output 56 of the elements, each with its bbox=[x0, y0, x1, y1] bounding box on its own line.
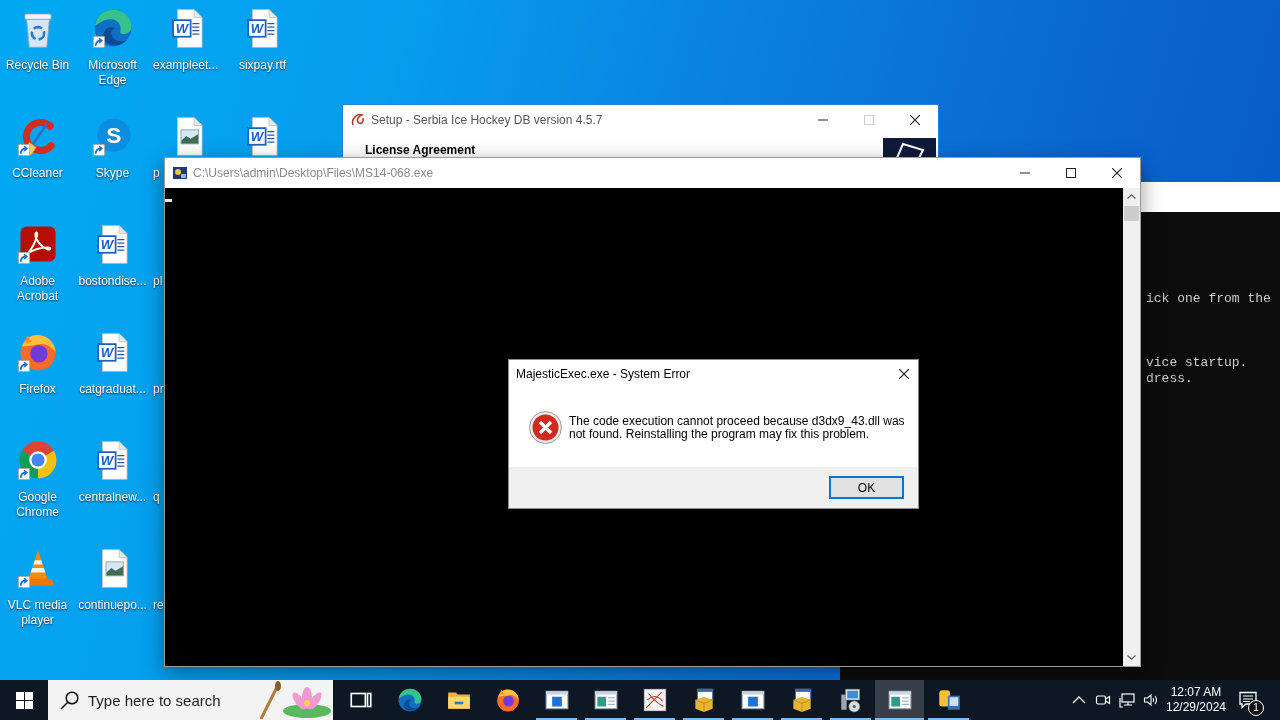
icon-label[interactable]: Adobe Acrobat bbox=[0, 274, 75, 304]
search-icon bbox=[60, 690, 79, 710]
window-title: C:\Users\admin\Desktop\Files\MS14-068.exe bbox=[193, 166, 435, 180]
ok-button[interactable]: OK bbox=[829, 476, 904, 499]
scrollbar[interactable] bbox=[1123, 188, 1140, 666]
icon-label[interactable]: pl bbox=[153, 274, 163, 289]
icon-label[interactable]: Google Chrome bbox=[0, 490, 75, 520]
maximize-icon bbox=[1066, 168, 1076, 178]
dialog-title: MajesticExec.exe - System Error bbox=[516, 367, 692, 381]
close-icon bbox=[910, 115, 920, 125]
speaker-icon bbox=[1143, 692, 1159, 708]
search-bar[interactable]: Type here to search bbox=[48, 680, 333, 720]
maximize-icon bbox=[864, 115, 874, 125]
icon-label[interactable]: CCleaner bbox=[12, 166, 63, 181]
icon-label[interactable]: Microsoft Edge bbox=[75, 58, 150, 88]
notifications-button[interactable]: 1 bbox=[1228, 680, 1268, 720]
icon-label[interactable]: q bbox=[153, 490, 160, 505]
network-icon bbox=[1119, 692, 1135, 708]
windows-logo-icon bbox=[15, 691, 33, 709]
message-bubble-icon bbox=[1238, 690, 1258, 710]
terminal-app-icon bbox=[172, 165, 188, 181]
icon-label[interactable]: Firefox bbox=[19, 382, 56, 397]
edge-icon bbox=[396, 687, 423, 713]
error-icon bbox=[529, 411, 562, 444]
taskbar-button[interactable] bbox=[875, 680, 924, 720]
close-icon bbox=[1112, 168, 1122, 178]
icon-label[interactable]: VLC media player bbox=[0, 598, 75, 628]
icon-label[interactable]: sixpay.rtf bbox=[238, 58, 287, 73]
icon-label[interactable]: re bbox=[153, 598, 164, 613]
icon-label[interactable]: p bbox=[153, 166, 160, 181]
clock-time[interactable]: 12:07 AM bbox=[1170, 685, 1222, 700]
console-text: dress. bbox=[1146, 371, 1193, 387]
firefox-icon bbox=[494, 687, 521, 713]
icon-label[interactable]: bostondise... bbox=[78, 274, 147, 289]
cursor-icon bbox=[165, 199, 172, 202]
icon-label[interactable]: Skype bbox=[95, 166, 130, 181]
icon-label[interactable]: catgraduat... bbox=[79, 382, 146, 397]
clock-date[interactable]: 12/29/2024 bbox=[1165, 700, 1227, 715]
icon-label[interactable]: centralnew... bbox=[78, 490, 147, 505]
search-input[interactable]: Type here to search bbox=[88, 691, 255, 709]
console-text: ick one from the bbox=[1146, 291, 1271, 307]
scroll-thumb[interactable] bbox=[1124, 206, 1139, 221]
video-camera-icon bbox=[1095, 692, 1111, 708]
icon-label[interactable]: pr bbox=[153, 382, 164, 397]
notification-count: 1 bbox=[1248, 700, 1264, 716]
swirl-logo-icon bbox=[350, 112, 366, 128]
icon-label[interactable]: Recycle Bin bbox=[5, 58, 70, 73]
chrome-icon[interactable] bbox=[16, 439, 59, 481]
icon-label[interactable]: continuepo... bbox=[78, 598, 147, 613]
error-message: The code execution cannot proceed because d3dx9_43.dll was not found. Reinstalling the program may fix this problem. bbox=[569, 414, 906, 441]
console-text: vice startup. bbox=[1146, 355, 1248, 371]
close-icon bbox=[899, 369, 909, 379]
window-title: Setup - Serbia Ice Hockey DB version 4.5.7 bbox=[371, 113, 604, 127]
icon-label[interactable]: exampleet... bbox=[153, 58, 219, 73]
section-heading: License Agreement bbox=[365, 143, 476, 157]
sketch-icon bbox=[641, 687, 668, 713]
